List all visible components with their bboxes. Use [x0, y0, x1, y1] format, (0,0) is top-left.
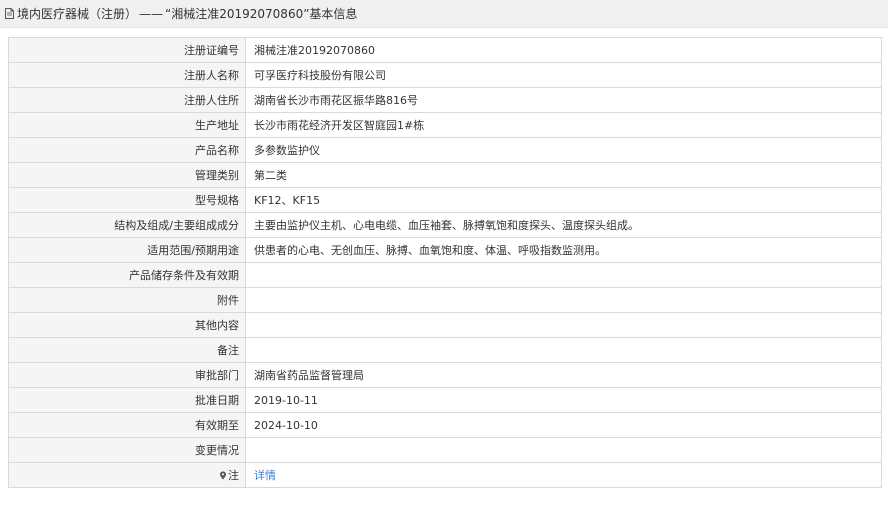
row-label: 其他内容 [8, 312, 246, 338]
row-label: 适用范围/预期用途 [8, 237, 246, 263]
table-row: 变更情况 [8, 437, 882, 463]
row-value: 第二类 [245, 162, 882, 188]
table-row: 注册人住所 湖南省长沙市雨花区振华路816号 [8, 87, 882, 113]
row-label: 备注 [8, 337, 246, 363]
title-separator: —— [139, 6, 164, 21]
row-value: 湖南省长沙市雨花区振华路816号 [245, 87, 882, 113]
page-title: “湘械注准20192070860”基本信息 [165, 7, 358, 21]
row-value [245, 287, 882, 313]
row-value: 主要由监护仪主机、心电电缆、血压袖套、脉搏氧饱和度探头、温度探头组成。 [245, 212, 882, 238]
table-row: 审批部门 湖南省药品监督管理局 [8, 362, 882, 388]
table-row: 产品名称 多参数监护仪 [8, 137, 882, 163]
table-row: 其他内容 [8, 312, 882, 338]
row-value: 可孚医疗科技股份有限公司 [245, 62, 882, 88]
row-value: 2024-10-10 [245, 412, 882, 438]
info-table-body: 注册证编号 湘械注准20192070860 注册人名称 可孚医疗科技股份有限公司 注册人… [8, 37, 882, 488]
table-row: 结构及组成/主要组成成分 主要由监护仪主机、心电电缆、血压袖套、脉搏氧饱和度探头、… [8, 212, 882, 238]
row-label: 变更情况 [8, 437, 246, 463]
row-value [245, 312, 882, 338]
table-row: 注册证编号 湘械注准20192070860 [8, 37, 882, 63]
row-value: 长沙市雨花经济开发区智庭园1#栋 [245, 112, 882, 138]
row-label: 附件 [8, 287, 246, 313]
note-label-cell: 注 [8, 462, 246, 488]
row-label: 批准日期 [8, 387, 246, 413]
table-row: 附件 [8, 287, 882, 313]
table-row: 备注 [8, 337, 882, 363]
row-label: 注册证编号 [8, 37, 246, 63]
table-row: 型号规格 KF12、KF15 [8, 187, 882, 213]
table-row: 生产地址 长沙市雨花经济开发区智庭园1#栋 [8, 112, 882, 138]
table-row: 有效期至 2024-10-10 [8, 412, 882, 438]
note-label: 注 [228, 469, 239, 482]
table-row-note: 注 详情 [8, 462, 882, 488]
table-row: 产品储存条件及有效期 [8, 262, 882, 288]
table-row: 适用范围/预期用途 供患者的心电、无创血压、脉搏、血氧饱和度、体温、呼吸指数监测用… [8, 237, 882, 263]
row-label: 审批部门 [8, 362, 246, 388]
row-label: 型号规格 [8, 187, 246, 213]
row-label: 注册人住所 [8, 87, 246, 113]
row-value: 湘械注准20192070860 [245, 37, 882, 63]
row-value: 湖南省药品监督管理局 [245, 362, 882, 388]
table-row: 注册人名称 可孚医疗科技股份有限公司 [8, 62, 882, 88]
pin-icon [219, 470, 227, 480]
row-label: 管理类别 [8, 162, 246, 188]
row-value: KF12、KF15 [245, 187, 882, 213]
row-label: 有效期至 [8, 412, 246, 438]
row-value: 2019-10-11 [245, 387, 882, 413]
table-row: 批准日期 2019-10-11 [8, 387, 882, 413]
row-label: 结构及组成/主要组成成分 [8, 212, 246, 238]
note-value-cell: 详情 [245, 462, 882, 488]
info-table: 注册证编号 湘械注准20192070860 注册人名称 可孚医疗科技股份有限公司 注册人… [8, 37, 882, 488]
table-row: 管理类别 第二类 [8, 162, 882, 188]
row-label: 注册人名称 [8, 62, 246, 88]
row-value [245, 262, 882, 288]
page-title-bar: 境内医疗器械（注册） —— “湘械注准20192070860”基本信息 [0, 0, 888, 28]
row-value: 多参数监护仪 [245, 137, 882, 163]
row-value: 供患者的心电、无创血压、脉搏、血氧饱和度、体温、呼吸指数监测用。 [245, 237, 882, 263]
row-label: 生产地址 [8, 112, 246, 138]
document-icon [5, 8, 14, 19]
row-value [245, 437, 882, 463]
row-label: 产品名称 [8, 137, 246, 163]
title-prefix: 境内医疗器械（注册） [17, 7, 138, 21]
row-value [245, 337, 882, 363]
details-link[interactable]: 详情 [254, 469, 276, 482]
row-label: 产品储存条件及有效期 [8, 262, 246, 288]
